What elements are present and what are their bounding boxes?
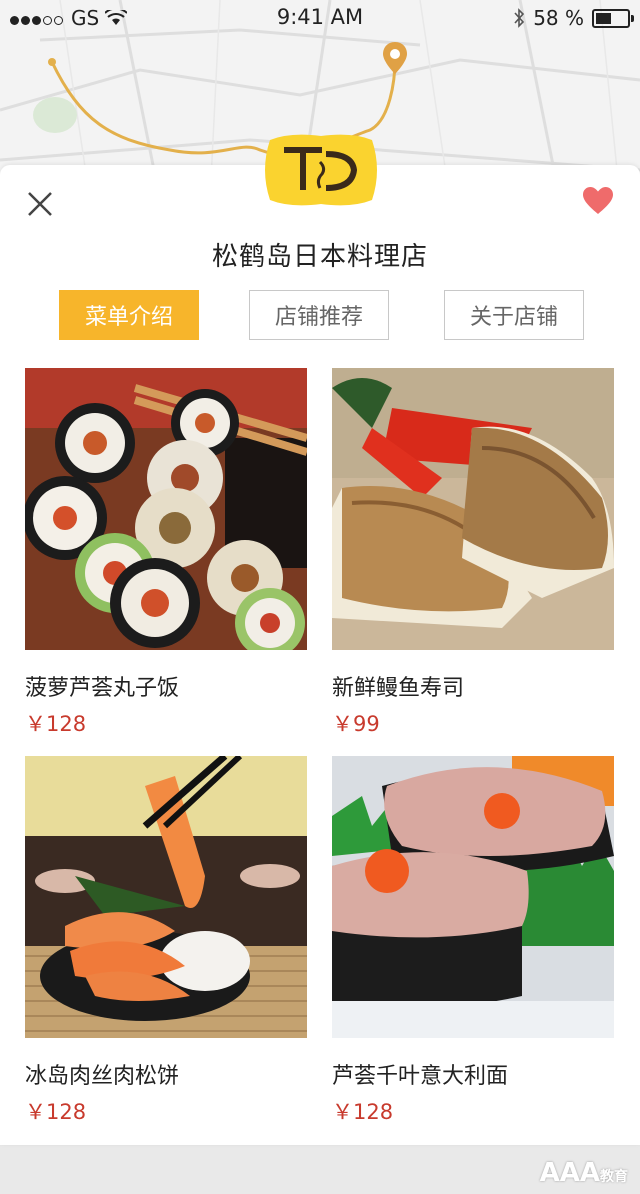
tab-menu-intro[interactable]: 菜单介绍 bbox=[59, 290, 199, 340]
watermark-main: AAA bbox=[539, 1158, 600, 1188]
watermark: AAA教育 bbox=[540, 1158, 628, 1188]
menu-item[interactable]: 冰岛肉丝肉松饼 ￥128 bbox=[25, 753, 307, 1124]
menu-item-name: 芦荟千叶意大利面 bbox=[332, 1064, 509, 1089]
menu-item-price: ￥99 bbox=[332, 712, 380, 736]
menu-item-photo bbox=[23, 368, 309, 658]
bluetooth-icon bbox=[514, 8, 525, 28]
status-bar: GS 9:41 AM 58 % bbox=[0, 0, 640, 34]
menu-item-photo bbox=[332, 368, 614, 650]
menu-item-photo bbox=[25, 753, 307, 1038]
menu-item-price: ￥128 bbox=[332, 1100, 394, 1124]
menu-item[interactable]: 新鲜鳗鱼寿司 ￥99 bbox=[332, 368, 614, 736]
menu-item-name: 冰岛肉丝肉松饼 bbox=[25, 1064, 180, 1089]
menu-item[interactable]: 菠萝芦荟丸子饭 ￥128 bbox=[23, 368, 309, 736]
menu-item-price: ￥128 bbox=[25, 1100, 87, 1124]
restaurant-logo: TD bbox=[260, 132, 377, 206]
menu-item-name: 新鲜鳗鱼寿司 bbox=[332, 676, 465, 701]
location-pin-icon bbox=[383, 42, 407, 74]
battery-percent: 58 % bbox=[533, 6, 584, 30]
menu-item-price: ￥128 bbox=[25, 712, 87, 736]
favorite-heart-icon[interactable] bbox=[582, 186, 614, 216]
battery-icon bbox=[592, 8, 634, 28]
watermark-sub: 教育 bbox=[600, 1169, 628, 1185]
close-icon[interactable] bbox=[26, 190, 54, 218]
logo-text: TD bbox=[260, 132, 262, 133]
menu-item-photo bbox=[332, 756, 614, 1038]
restaurant-name: 松鹤岛日本料理店 bbox=[211, 242, 428, 272]
menu-item-name: 菠萝芦荟丸子饭 bbox=[25, 676, 180, 701]
tab-store-recommend[interactable]: 店铺推荐 bbox=[249, 290, 389, 340]
tab-about-store[interactable]: 关于店铺 bbox=[444, 290, 584, 340]
menu-item[interactable]: 芦荟千叶意大利面 ￥128 bbox=[332, 756, 614, 1124]
